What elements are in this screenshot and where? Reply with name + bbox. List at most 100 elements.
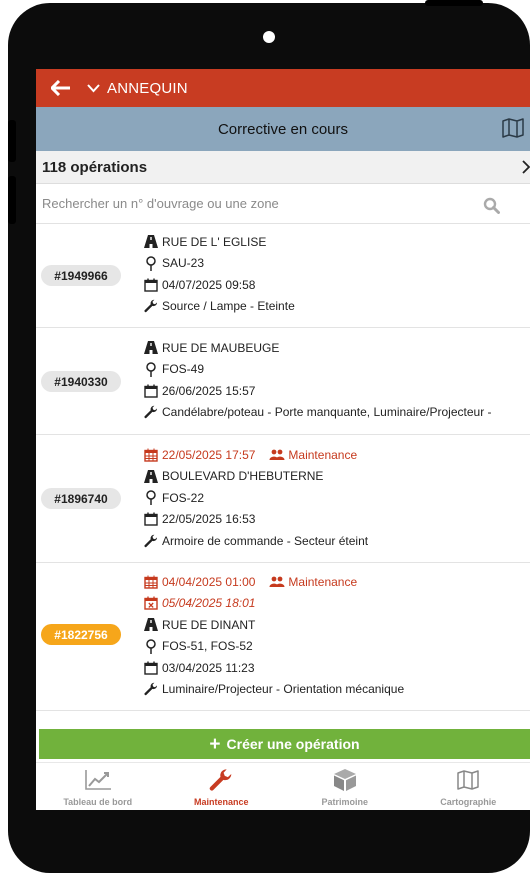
calendar-icon (143, 512, 159, 526)
operation-id-badge: #1822756 (41, 624, 121, 645)
street-line: RUE DE MAUBEUGE (143, 337, 492, 359)
fault-line: Candélabre/poteau - Porte manquante, Lum… (143, 402, 492, 424)
power-hardware-button (425, 0, 483, 6)
team-icon (269, 448, 285, 462)
created-date: 03/04/2025 11:23 (162, 660, 255, 675)
plus-icon: + (209, 733, 221, 755)
planned-line: 04/04/2025 01:00 Maintenance (143, 571, 404, 593)
operation-item[interactable]: #1896740 22/05/2025 17:57 Maintenance BO… (36, 435, 530, 563)
search-icon[interactable] (483, 197, 500, 214)
cube-icon (330, 768, 360, 792)
tab-tableau-de-bord[interactable]: Tableau de bord (36, 763, 160, 810)
created-line: 26/06/2025 15:57 (143, 380, 492, 402)
street-line: RUE DE L' EGLISE (143, 231, 295, 253)
points-label: SAU-23 (162, 256, 205, 271)
operation-item[interactable]: #1822756 04/04/2025 01:00 Maintenance 05… (36, 563, 530, 711)
wrench-icon (143, 682, 159, 696)
chart-line-icon (83, 768, 113, 792)
operations-list: #1949966 RUE DE L' EGLISE SAU-23 04/07/2… (36, 225, 530, 711)
points-line: SAU-23 (143, 253, 295, 275)
points-label: FOS-22 (162, 490, 205, 505)
team-label: Maintenance (288, 574, 358, 589)
fault-line: Armoire de commande - Secteur éteint (143, 530, 368, 552)
operation-id-badge: #1896740 (41, 488, 121, 509)
operation-id-badge: #1949966 (41, 265, 121, 286)
wrench-icon (143, 405, 159, 419)
back-arrow-icon[interactable] (51, 79, 73, 97)
road-icon (143, 235, 159, 249)
created-line: 04/07/2025 09:58 (143, 274, 295, 296)
operations-count: 118 opérations (42, 158, 148, 176)
points-line: FOS-51, FOS-52 (143, 636, 404, 658)
team-label: Maintenance (288, 447, 358, 462)
wrench-icon (143, 299, 159, 313)
operation-details: RUE DE L' EGLISE SAU-23 04/07/2025 09:58… (143, 231, 295, 317)
tab-label: Tableau de bord (63, 797, 133, 807)
operation-id-badge: #1940330 (41, 371, 121, 392)
front-camera (263, 31, 275, 43)
wrench-icon (206, 768, 236, 792)
planned-line: 22/05/2025 17:57 Maintenance (143, 444, 368, 466)
wrench-icon (143, 534, 159, 548)
points-label: FOS-49 (162, 362, 205, 377)
fault-description: Source / Lampe - Eteinte (162, 299, 295, 314)
chevron-right-icon[interactable] (522, 160, 530, 174)
tab-patrimoine[interactable]: Patrimoine (283, 763, 407, 810)
street-name: RUE DE DINANT (162, 617, 256, 632)
road-icon (143, 469, 159, 483)
points-line: FOS-22 (143, 487, 368, 509)
app-screen: ANNEQUIN Corrective en cours 118 opérati… (36, 69, 530, 810)
search-input[interactable] (36, 192, 476, 214)
map-icon[interactable] (502, 118, 524, 138)
tab-maintenance[interactable]: Maintenance (160, 763, 284, 810)
status-filter-title: Corrective en cours (217, 120, 349, 138)
created-line: 03/04/2025 11:23 (143, 657, 404, 679)
fault-line: Luminaire/Projecteur - Orientation mécan… (143, 679, 404, 701)
calendar-icon (143, 661, 159, 675)
points-line: FOS-49 (143, 359, 492, 381)
operation-item[interactable]: #1949966 RUE DE L' EGLISE SAU-23 04/07/2… (36, 225, 530, 328)
tab-cartographie[interactable]: Cartographie (407, 763, 530, 810)
created-date: 26/06/2025 15:57 (162, 383, 256, 398)
location-pin-icon (143, 256, 159, 271)
created-date: 04/07/2025 09:58 (162, 277, 256, 292)
operations-count-row[interactable]: 118 opérations (36, 151, 530, 184)
create-operation-button[interactable]: + Créer une opération (39, 729, 530, 759)
fault-description: Candélabre/poteau - Porte manquante, Lum… (162, 405, 492, 420)
volume-down-hardware-button (8, 176, 16, 224)
planned-date: 22/05/2025 17:57 (162, 447, 256, 462)
operation-item[interactable]: #1940330 RUE DE MAUBEUGE FOS-49 26/06/20… (36, 328, 530, 435)
map-icon (453, 768, 483, 792)
deadline-line: 05/04/2025 18:01 (143, 593, 404, 615)
team-icon (269, 575, 285, 589)
site-title[interactable]: ANNEQUIN (107, 80, 188, 97)
volume-up-hardware-button (8, 120, 16, 162)
location-pin-icon (143, 362, 159, 377)
operation-details: 04/04/2025 01:00 Maintenance 05/04/2025 … (143, 571, 404, 700)
location-pin-icon (143, 639, 159, 654)
tab-label: Maintenance (193, 797, 249, 807)
points-label: FOS-51, FOS-52 (162, 639, 253, 654)
tab-label: Cartographie (440, 797, 497, 807)
search-bar (36, 184, 530, 224)
location-pin-icon (143, 490, 159, 506)
operation-details: 22/05/2025 17:57 Maintenance BOULEVARD D… (143, 444, 368, 552)
fault-description: Armoire de commande - Secteur éteint (162, 533, 369, 548)
street-name: RUE DE L' EGLISE (162, 234, 267, 249)
deadline-date: 05/04/2025 18:01 (162, 596, 256, 611)
planned-date: 04/04/2025 01:00 (162, 574, 256, 589)
create-operation-label: Créer une opération (226, 736, 360, 752)
tab-label: Patrimoine (321, 797, 368, 807)
created-date: 22/05/2025 16:53 (162, 512, 256, 527)
street-line: BOULEVARD D'HEBUTERNE (143, 466, 368, 488)
operation-details: RUE DE MAUBEUGE FOS-49 26/06/2025 15:57 … (143, 337, 492, 423)
calendar-grid-icon (143, 575, 159, 589)
calendar-icon (143, 384, 159, 398)
chevron-down-icon[interactable] (87, 81, 101, 95)
fault-description: Luminaire/Projecteur - Orientation mécan… (162, 682, 405, 697)
road-icon (143, 341, 159, 355)
street-name: BOULEVARD D'HEBUTERNE (162, 469, 324, 484)
street-line: RUE DE DINANT (143, 614, 404, 636)
created-line: 22/05/2025 16:53 (143, 509, 368, 531)
bottom-tab-bar: Tableau de bord Maintenance Patrimoine C… (36, 762, 530, 810)
